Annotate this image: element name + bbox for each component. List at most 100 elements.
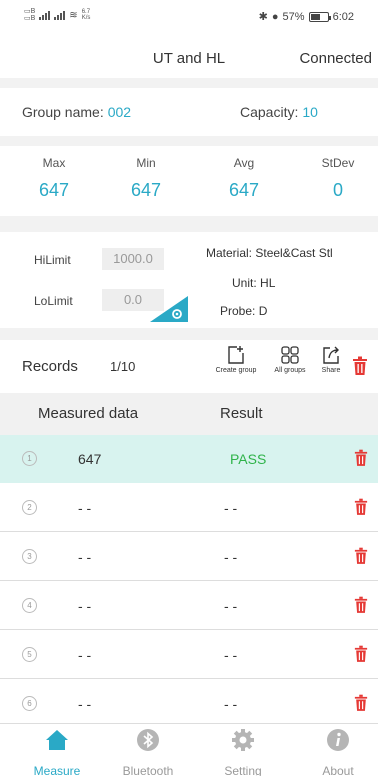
row-value: - - [78,696,92,712]
battery-icon [308,11,331,22]
nav-setting-label: Setting [224,764,262,776]
stat-avg-label: Avg [233,156,255,170]
probe-label: Probe: [220,304,256,318]
divider [0,328,378,340]
material-value: Steel&Cast Stl [255,246,333,260]
group-name-label: Group name: [22,104,104,120]
stat-max-label: Max [42,156,66,170]
connection-status[interactable]: Connected [299,50,372,67]
bluetooth-icon [137,729,159,751]
all-groups-icon [281,346,299,364]
delete-icon[interactable] [354,645,368,663]
nav-about[interactable]: About [298,728,378,776]
row-value: - - [78,549,92,565]
row-value: - - [78,598,92,614]
material-info: Material: Steel&Cast Stl [206,246,333,260]
group-info: Group name: 002 Capacity: 10 [0,88,378,136]
nav-bluetooth-label: Bluetooth [122,764,174,776]
unit-value: HL [260,276,276,290]
signal-icon-2 [54,10,66,20]
row-index: 1 [22,451,37,466]
location-icon: ● [271,10,279,23]
delete-icon[interactable] [354,694,368,712]
delete-icon[interactable] [354,596,368,614]
nav-measure[interactable]: Measure [17,728,97,776]
lo-limit-label: LoLimit [34,294,73,308]
row-result: - - [224,647,238,663]
info-icon [327,729,349,751]
table-row[interactable]: 1 647 PASS [0,435,378,483]
hi-limit-field[interactable]: 1000.0 [102,248,164,270]
stat-min-value: 647 [130,180,162,200]
stat-avg: Avg 647 [204,156,284,201]
records-toolbar: Records 1/10 Create group All groups Sha… [0,340,378,392]
status-right: ✱ ● 57% 6:02 [258,10,354,24]
table-row[interactable]: 2 - - - - [0,484,378,532]
delete-all-icon[interactable] [352,356,368,376]
divider [0,216,378,232]
stat-max-value: 647 [38,180,70,200]
records-label: Records [22,358,78,375]
create-group-label: Create group [215,367,257,374]
stat-min-label: Min [136,156,156,170]
nav-measure-label: Measure [33,764,81,776]
row-value: - - [78,500,92,516]
create-group-button[interactable]: Create group [208,344,264,374]
status-bar: ▭B ▭B ≋ 6.7 K/s ✱ ● 57% 6:02 [0,0,378,34]
row-index: 5 [22,647,37,662]
divider [0,78,378,88]
col-result: Result [220,405,263,422]
limit-settings-icon[interactable] [150,296,188,322]
table-row[interactable]: 6 - - - - [0,680,378,724]
row-index: 4 [22,598,37,613]
delete-icon[interactable] [354,547,368,565]
unit-label: Unit: [232,276,257,290]
table-row[interactable]: 4 - - - - [0,582,378,630]
probe-info: Probe: D [220,304,267,318]
group-name-value: 002 [107,104,132,120]
row-value: 647 [78,451,102,467]
all-groups-button[interactable]: All groups [268,344,312,374]
signal-icon [39,10,51,20]
nav-about-label: About [322,764,354,776]
stat-max: Max 647 [14,156,94,201]
capacity-value: 10 [302,104,318,120]
share-label: Share [321,367,341,374]
bottom-nav: Measure Bluetooth Setting About [0,724,378,776]
group-name: Group name: 002 [22,104,131,120]
all-groups-label: All groups [274,367,306,374]
nav-setting[interactable]: Setting [203,728,283,776]
network-speed: 6.7 K/s [81,9,91,21]
row-result: - - [224,500,238,516]
table-row[interactable]: 5 - - - - [0,631,378,679]
wifi-icon: ≋ [69,9,78,21]
table-header: Measured data Result [0,393,378,435]
header: UT and HL Connected [0,40,378,76]
gear-icon [232,729,254,751]
share-icon [323,346,339,364]
row-result: - - [224,549,238,565]
stat-avg-value: 647 [228,180,260,200]
row-index: 6 [22,696,37,711]
statistics-panel: Max 647 Min 647 Avg 647 StDev 0 [0,146,378,216]
home-icon [46,730,68,750]
capacity: Capacity: 10 [240,104,318,120]
capacity-label: Capacity: [240,104,299,120]
col-measured-data: Measured data [38,405,139,422]
row-result: - - [224,696,238,712]
delete-icon[interactable] [354,498,368,516]
stat-min: Min 647 [106,156,186,201]
records-count: 1/10 [110,359,136,374]
battery-percent: 57% [282,10,305,23]
share-button[interactable]: Share [316,344,346,374]
table-row[interactable]: 3 - - - - [0,533,378,581]
row-value: - - [78,647,92,663]
nav-bluetooth[interactable]: Bluetooth [108,728,188,776]
bluetooth-status-icon: ✱ [258,11,268,23]
delete-icon[interactable] [354,449,368,467]
stat-stdev-value: 0 [332,180,343,200]
row-index: 2 [22,500,37,515]
unit-info: Unit: HL [232,276,275,290]
material-label: Material: [206,246,253,260]
row-result: - - [224,598,238,614]
